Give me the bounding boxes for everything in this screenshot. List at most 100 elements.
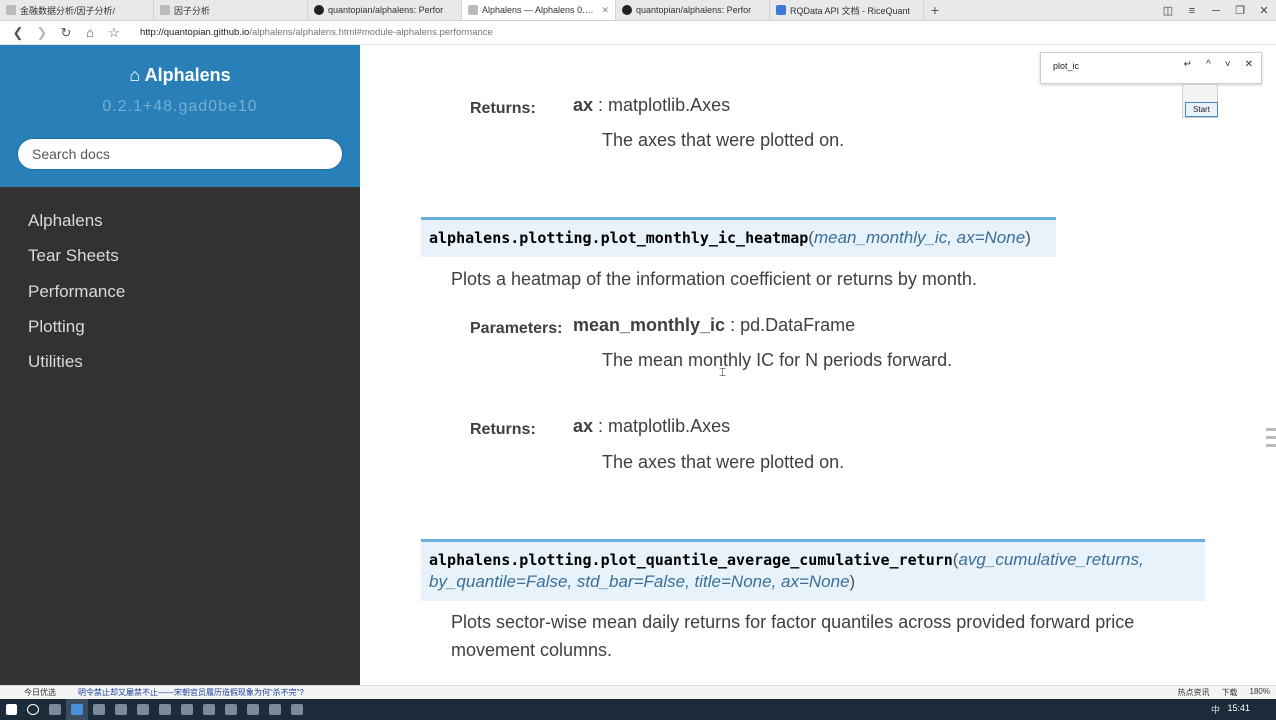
close-window-icon[interactable]: ✕ xyxy=(1252,4,1276,17)
find-next-icon[interactable]: ˅ xyxy=(1225,59,1231,70)
news-ticker-link[interactable]: 明令禁止却又屡禁不止——宋朝官员履历造假现象为何“杀不完”? xyxy=(78,687,304,698)
function-args: avg_cumulative_returns, xyxy=(958,550,1144,569)
find-previous-icon[interactable]: ^ xyxy=(1206,59,1211,70)
os-taskbar: 中 15:41 xyxy=(0,699,1276,720)
return-description: The axes that were plotted on. xyxy=(602,452,845,472)
sidebar-header: ⌂ Alphalens 0.2.1+48.gad0be10 Search doc… xyxy=(0,45,360,187)
browser-tab[interactable]: quantopian/alphalens: Perfor xyxy=(308,0,462,20)
sidebar-item-alphalens[interactable]: Alphalens xyxy=(0,209,360,244)
browser-tab[interactable]: quantopian/alphalens: Perfor xyxy=(616,0,770,20)
new-tab-button[interactable]: + xyxy=(924,0,946,20)
parameters-label: Parameters: xyxy=(470,320,563,337)
type-separator: : xyxy=(725,315,741,335)
browser-tab-bar: 金融数据分析/因子分析/ 因子分析 quantopian/alphalens: … xyxy=(0,0,1276,21)
windows-start-icon[interactable] xyxy=(0,699,22,720)
hot-news-link[interactable]: 热点资讯 xyxy=(1178,687,1210,698)
tab-title: 金融数据分析/因子分析/ xyxy=(20,5,116,16)
project-name: Alphalens xyxy=(144,65,231,85)
return-description: The axes that were plotted on. xyxy=(602,130,845,150)
app-icon[interactable] xyxy=(154,699,176,720)
type-separator: : xyxy=(593,416,609,436)
restore-icon[interactable]: ❐ xyxy=(1228,4,1252,17)
app-icon[interactable] xyxy=(198,699,220,720)
param-type: pd.DataFrame xyxy=(740,315,856,335)
page-icon xyxy=(468,5,478,15)
status-left-label[interactable]: 今日优选 xyxy=(24,687,56,698)
function-args: mean_monthly_ic, ax=None xyxy=(813,228,1026,247)
github-icon xyxy=(314,5,324,15)
extension-icon[interactable]: ◫ xyxy=(1156,4,1180,17)
parameter-entry: mean_monthly_ic : pd.DataFrame xyxy=(573,315,855,336)
url-host: http://quantopian.github.io xyxy=(140,27,250,38)
task-view-icon[interactable] xyxy=(44,699,66,720)
minimize-icon[interactable]: ─ xyxy=(1204,5,1228,17)
function-signature: alphalens.plotting.plot_monthly_ic_heatm… xyxy=(421,217,1056,257)
browser-tab[interactable]: RQData API 文档 - RiceQuant xyxy=(770,0,924,20)
back-icon[interactable]: ❮ xyxy=(6,25,30,41)
system-tray: 中 xyxy=(1211,703,1220,716)
browser-tab[interactable]: 因子分析 xyxy=(154,0,308,20)
bookmark-star-icon[interactable]: ☆ xyxy=(102,25,126,41)
function-name[interactable]: alphalens.plotting.plot_quantile_average… xyxy=(429,551,953,569)
find-close-icon[interactable]: ✕ xyxy=(1245,59,1253,70)
browser-app-icon[interactable] xyxy=(66,699,88,720)
home-icon[interactable]: ⌂ xyxy=(78,25,102,40)
browser-status-bar: 今日优选 明令禁止却又屡禁不止——宋朝官员履历造假现象为何“杀不完”? 热点资讯… xyxy=(0,685,1276,699)
search-input[interactable]: Search docs xyxy=(17,138,343,170)
scrollbar-mark[interactable] xyxy=(1266,428,1276,431)
return-type: ax : matplotlib.Axes xyxy=(573,95,730,116)
app-icon[interactable] xyxy=(264,699,286,720)
function-summary: Plots sector-wise mean daily returns for… xyxy=(451,612,1135,632)
close-tab-icon[interactable]: ✕ xyxy=(601,5,609,16)
app-icon[interactable] xyxy=(88,699,110,720)
param-description: The mean monthly IC for N periods forwar… xyxy=(602,350,953,370)
window-controls: ◫ ≡ ─ ❐ ✕ xyxy=(1156,0,1276,21)
url-path: /alphalens/alphalens.html#module-alphale… xyxy=(249,27,493,38)
function-name[interactable]: alphalens.plotting.plot_monthly_ic_heatm… xyxy=(429,229,808,247)
return-type: ax : matplotlib.Axes xyxy=(573,416,730,437)
function-signature: alphalens.plotting.plot_quantile_average… xyxy=(421,539,1205,601)
function-args: by_quantile=False, std_bar=False, title=… xyxy=(429,572,850,591)
reload-icon[interactable]: ↻ xyxy=(54,25,78,41)
browser-tab-active[interactable]: Alphalens — Alphalens 0.2.1+ ✕ xyxy=(462,0,616,20)
url-field[interactable]: http://quantopian.github.io/alphalens/al… xyxy=(140,27,493,38)
input-method-indicator[interactable]: 中 xyxy=(1211,703,1220,716)
app-icon[interactable] xyxy=(220,699,242,720)
tab-title: RQData API 文档 - RiceQuant xyxy=(790,5,911,16)
start-button[interactable]: Start xyxy=(1185,102,1218,117)
version-label: 0.2.1+48.gad0be10 xyxy=(102,98,258,115)
forward-icon[interactable]: ❯ xyxy=(30,25,54,41)
app-icon[interactable] xyxy=(110,699,132,720)
tab-title: quantopian/alphalens: Perfor xyxy=(636,5,752,15)
menu-icon[interactable]: ≡ xyxy=(1180,5,1204,17)
browser-tab[interactable]: 金融数据分析/因子分析/ xyxy=(0,0,154,20)
return-name: ax xyxy=(573,95,594,115)
scrollbar-mark[interactable] xyxy=(1266,444,1276,447)
zoom-level[interactable]: 180% xyxy=(1250,687,1270,698)
sidebar-item-tear-sheets[interactable]: Tear Sheets xyxy=(0,244,360,279)
page-icon xyxy=(160,5,170,15)
search-icon[interactable] xyxy=(22,699,44,720)
sidebar-item-performance[interactable]: Performance xyxy=(0,280,360,315)
return-type-value: matplotlib.Axes xyxy=(608,95,731,115)
returns-label: Returns: xyxy=(470,421,536,438)
download-link[interactable]: 下载 xyxy=(1222,687,1238,698)
sidebar-item-plotting[interactable]: Plotting xyxy=(0,315,360,350)
app-icon[interactable] xyxy=(132,699,154,720)
sidebar-item-utilities[interactable]: Utilities xyxy=(0,350,360,385)
app-icon[interactable] xyxy=(286,699,308,720)
find-in-page-bar: plot_ic ↵ ^ ˅ ✕ xyxy=(1040,52,1262,84)
find-input[interactable]: plot_ic xyxy=(1053,61,1079,71)
app-icon[interactable] xyxy=(176,699,198,720)
address-bar: ❮ ❯ ↻ ⌂ ☆ http://quantopian.github.io/al… xyxy=(0,21,1276,45)
taskbar-clock[interactable]: 15:41 xyxy=(1227,703,1250,713)
function-summary: movement columns. xyxy=(451,640,613,660)
app-icon[interactable] xyxy=(242,699,264,720)
scrollbar-mark[interactable] xyxy=(1266,436,1276,439)
project-title[interactable]: ⌂ Alphalens xyxy=(0,65,360,86)
doc-content: Returns: ax : matplotlib.Axes The axes t… xyxy=(360,45,1276,685)
github-icon xyxy=(622,5,632,15)
sidebar-nav: Alphalens Tear Sheets Performance Plotti… xyxy=(0,187,360,685)
home-icon: ⌂ xyxy=(129,65,141,85)
find-enter-icon[interactable]: ↵ xyxy=(1184,59,1192,70)
